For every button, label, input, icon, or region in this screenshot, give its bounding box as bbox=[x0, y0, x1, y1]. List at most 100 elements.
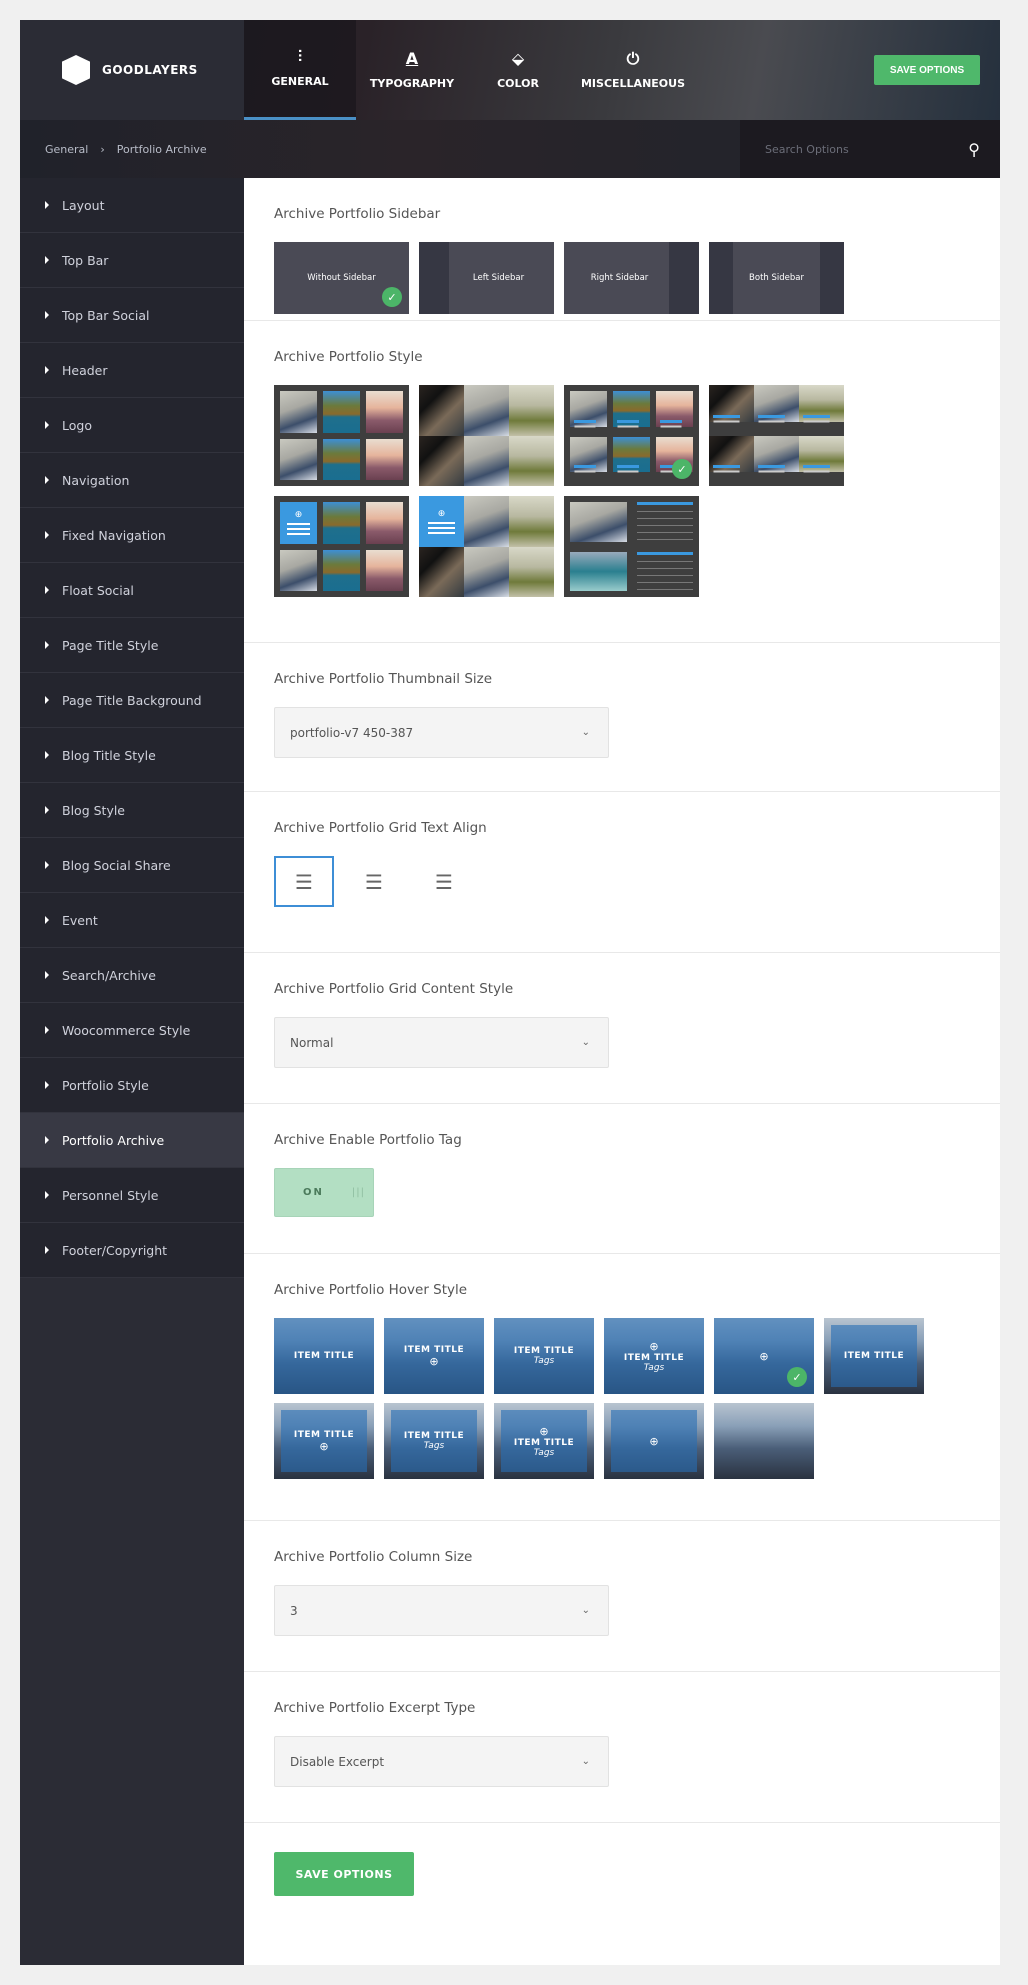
sidebar-item-woocommerce-style[interactable]: Woocommerce Style bbox=[20, 1003, 244, 1058]
breadcrumb-general[interactable]: General bbox=[45, 143, 88, 156]
item-title: ITEM TITLE bbox=[293, 1351, 355, 1361]
item-title: ITEM TITLE bbox=[403, 1431, 465, 1441]
item-title: ITEM TITLE bbox=[293, 1429, 355, 1440]
style-option-1[interactable] bbox=[274, 385, 409, 486]
sidebar-item-page-title-background[interactable]: Page Title Background bbox=[20, 673, 244, 728]
caret-right-icon bbox=[45, 531, 49, 539]
sidebar-item-label: Blog Style bbox=[62, 802, 126, 818]
tab-miscellaneous[interactable]: ⏻ MISCELLANEOUS bbox=[568, 20, 698, 120]
sidebar-item-label: Search/Archive bbox=[62, 967, 156, 983]
save-options-button-bottom[interactable]: SAVE OPTIONS bbox=[274, 1852, 414, 1896]
sidebar-item-footer-copyright[interactable]: Footer/Copyright bbox=[20, 1223, 244, 1278]
item-title: ITEM TITLE bbox=[513, 1437, 575, 1448]
check-icon: ✓ bbox=[787, 1367, 807, 1387]
hover-option-9[interactable]: ⊕ ITEM TITLE Tags bbox=[494, 1403, 594, 1479]
thumbnail-size-select[interactable]: portfolio-v7 450-387 ⌄ bbox=[274, 707, 609, 758]
hover-option-6[interactable]: ITEM TITLE bbox=[824, 1318, 924, 1394]
align-left-button[interactable]: ☰ bbox=[274, 856, 334, 907]
sidebar-item-fixed-navigation[interactable]: Fixed Navigation bbox=[20, 508, 244, 563]
paint-bucket-icon: ⬙ bbox=[511, 48, 525, 68]
sidebar-item-label: Header bbox=[62, 362, 108, 378]
style-option-4[interactable] bbox=[709, 385, 844, 486]
tab-color[interactable]: ⬙ COLOR bbox=[468, 20, 568, 120]
caret-right-icon bbox=[45, 861, 49, 869]
section-text-align: Archive Portfolio Grid Text Align ☰ ☰ ☰ bbox=[244, 792, 1000, 953]
tab-label: TYPOGRAPHY bbox=[369, 76, 455, 90]
sliders-icon: ⫶ bbox=[297, 47, 302, 66]
hover-option-2[interactable]: ITEM TITLE ⊕ bbox=[384, 1318, 484, 1394]
style-option-6[interactable]: ⊕ bbox=[419, 496, 554, 597]
sidebar-item-event[interactable]: Event bbox=[20, 893, 244, 948]
sidebar-item-label: Page Title Background bbox=[62, 692, 202, 708]
sidebar-item-label: Blog Title Style bbox=[62, 747, 156, 763]
caret-right-icon bbox=[45, 696, 49, 704]
search-box: ⚲ bbox=[740, 120, 1000, 178]
style-option-7[interactable] bbox=[564, 496, 699, 597]
hover-option-11[interactable] bbox=[714, 1403, 814, 1479]
section-title: Archive Portfolio Style bbox=[274, 349, 423, 365]
section-title: Archive Portfolio Grid Content Style bbox=[274, 981, 514, 997]
align-center-button[interactable]: ☰ bbox=[344, 856, 404, 907]
content-style-select[interactable]: Normal ⌄ bbox=[274, 1017, 609, 1068]
main-content: Archive Portfolio Sidebar Without Sideba… bbox=[244, 178, 1000, 1965]
item-title: ITEM TITLE bbox=[843, 1351, 905, 1361]
align-right-button[interactable]: ☰ bbox=[414, 856, 474, 907]
style-option-2[interactable] bbox=[419, 385, 554, 486]
sidebar-item-portfolio-archive[interactable]: Portfolio Archive bbox=[20, 1113, 244, 1168]
hover-option-5[interactable]: ⊕ ✓ bbox=[714, 1318, 814, 1394]
portfolio-tag-toggle[interactable]: ON ||| bbox=[274, 1168, 374, 1217]
tab-typography[interactable]: A TYPOGRAPHY bbox=[356, 20, 468, 120]
column-size-select[interactable]: 3 ⌄ bbox=[274, 1585, 609, 1636]
sidebar-item-logo[interactable]: Logo bbox=[20, 398, 244, 453]
chevron-down-icon: ⌄ bbox=[581, 1605, 590, 1616]
sidebar-item-float-social[interactable]: Float Social bbox=[20, 563, 244, 618]
section-title: Archive Enable Portfolio Tag bbox=[274, 1132, 462, 1148]
sidebar-item-portfolio-style[interactable]: Portfolio Style bbox=[20, 1058, 244, 1113]
option-left-sidebar[interactable]: Left Sidebar bbox=[419, 242, 554, 314]
sidebar-item-blog-style[interactable]: Blog Style bbox=[20, 783, 244, 838]
save-options-button[interactable]: SAVE OPTIONS bbox=[874, 55, 980, 85]
option-without-sidebar[interactable]: Without Sidebar ✓ bbox=[274, 242, 409, 314]
hover-option-4[interactable]: ⊕ ITEM TITLE Tags bbox=[604, 1318, 704, 1394]
zoom-icon: ⊕ bbox=[437, 508, 446, 519]
plug-icon: ⏻ bbox=[626, 48, 640, 68]
hover-option-3[interactable]: ITEM TITLE Tags bbox=[494, 1318, 594, 1394]
select-value: Disable Excerpt bbox=[290, 1754, 385, 1769]
grip-icon: ||| bbox=[351, 1187, 365, 1198]
tab-general[interactable]: ⫶ GENERAL bbox=[244, 20, 356, 120]
caret-right-icon bbox=[45, 971, 49, 979]
search-icon[interactable]: ⚲ bbox=[968, 140, 980, 159]
sidebar-item-navigation[interactable]: Navigation bbox=[20, 453, 244, 508]
excerpt-type-select[interactable]: Disable Excerpt ⌄ bbox=[274, 1736, 609, 1787]
sidebar-item-label: Layout bbox=[62, 197, 105, 213]
caret-right-icon bbox=[45, 586, 49, 594]
option-right-sidebar[interactable]: Right Sidebar bbox=[564, 242, 699, 314]
hover-option-1[interactable]: ITEM TITLE bbox=[274, 1318, 374, 1394]
sidebar-item-blog-social-share[interactable]: Blog Social Share bbox=[20, 838, 244, 893]
font-icon: A bbox=[405, 48, 419, 68]
section-portfolio-tag: Archive Enable Portfolio Tag ON ||| bbox=[244, 1104, 1000, 1254]
sidebar-item-search-archive[interactable]: Search/Archive bbox=[20, 948, 244, 1003]
sidebar-item-blog-title-style[interactable]: Blog Title Style bbox=[20, 728, 244, 783]
sidebar-item-top-bar[interactable]: Top Bar bbox=[20, 233, 244, 288]
hover-option-7[interactable]: ITEM TITLE ⊕ bbox=[274, 1403, 374, 1479]
sidebar-item-top-bar-social[interactable]: Top Bar Social bbox=[20, 288, 244, 343]
breadcrumb-current: Portfolio Archive bbox=[116, 142, 207, 156]
item-tags: Tags bbox=[533, 1356, 555, 1366]
caret-right-icon bbox=[45, 1136, 49, 1144]
style-option-5[interactable]: ⊕ bbox=[274, 496, 409, 597]
sidebar-item-personnel-style[interactable]: Personnel Style bbox=[20, 1168, 244, 1223]
sidebar-item-header[interactable]: Header bbox=[20, 343, 244, 398]
sidebar-item-page-title-style[interactable]: Page Title Style bbox=[20, 618, 244, 673]
style-option-3[interactable]: ✓ bbox=[564, 385, 699, 486]
sidebar-item-layout[interactable]: Layout bbox=[20, 178, 244, 233]
section-title: Archive Portfolio Sidebar bbox=[274, 206, 441, 222]
hover-option-10[interactable]: ⊕ bbox=[604, 1403, 704, 1479]
option-both-sidebar[interactable]: Both Sidebar bbox=[709, 242, 844, 314]
search-input[interactable] bbox=[765, 142, 969, 156]
section-excerpt-type: Archive Portfolio Excerpt Type Disable E… bbox=[244, 1672, 1000, 1823]
hover-option-8[interactable]: ITEM TITLE Tags bbox=[384, 1403, 484, 1479]
zoom-icon: ⊕ bbox=[649, 1434, 659, 1448]
section-title: Archive Portfolio Grid Text Align bbox=[274, 820, 487, 836]
sidebar-item-label: Woocommerce Style bbox=[62, 1022, 191, 1038]
